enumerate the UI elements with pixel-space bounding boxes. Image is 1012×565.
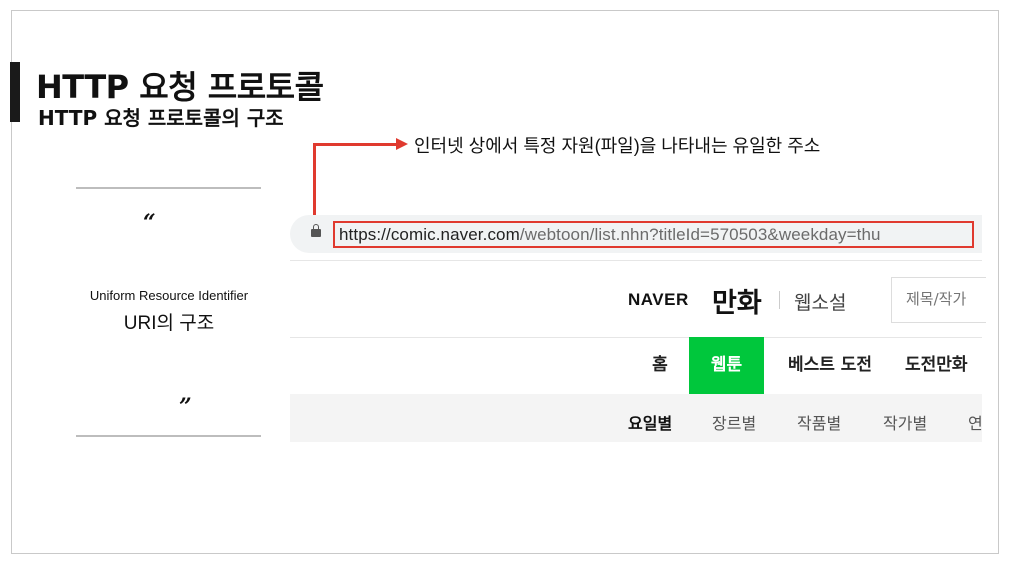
tab-best-challenge[interactable]: 베스트 도전 — [780, 337, 880, 394]
quote-bottom-rule — [76, 435, 261, 437]
service-title[interactable]: 만화 — [712, 281, 762, 320]
uri-full-name: Uniform Resource Identifier — [89, 288, 249, 303]
subnav-by-day[interactable]: 요일별 — [628, 410, 672, 434]
url-text: https://comic.naver.com/webtoon/list.nhn… — [339, 225, 881, 245]
url-path: /webtoon/list.nhn?titleId=570503&weekday… — [519, 225, 881, 244]
open-quote-mark: “ — [143, 210, 156, 236]
web-novel-link[interactable]: 웹소설 — [794, 288, 846, 315]
subnav-by-year[interactable]: 연 — [968, 410, 982, 434]
subnav-by-genre[interactable]: 장르별 — [712, 410, 756, 434]
tab-challenge-comics[interactable]: 도전만화 — [905, 337, 990, 394]
subnav-by-title[interactable]: 작품별 — [797, 410, 841, 434]
quote-top-rule — [76, 187, 261, 189]
naver-logo[interactable]: NAVER — [628, 290, 689, 310]
url-highlight-box[interactable]: https://comic.naver.com/webtoon/list.nhn… — [333, 221, 974, 248]
uri-structure-title: URI의 구조 — [123, 313, 215, 334]
slide-subtitle: HTTP 요청 프로토콜의 구조 — [38, 106, 284, 130]
tab-webtoon[interactable]: 웹툰 — [689, 337, 764, 394]
search-input[interactable] — [906, 290, 986, 308]
lock-icon[interactable] — [311, 224, 321, 237]
header-divider — [290, 260, 982, 261]
subnav-by-author[interactable]: 작가별 — [883, 410, 927, 434]
tab-home[interactable]: 홈 — [640, 337, 680, 394]
header-separator — [779, 291, 780, 309]
url-domain: https://comic.naver.com — [339, 225, 520, 244]
annotation-arrow-horizontal — [313, 143, 398, 146]
annotation-arrow-head-icon — [396, 138, 408, 150]
title-accent-bar — [10, 62, 20, 122]
close-quote-mark: ” — [179, 394, 192, 420]
annotation-text: 인터넷 상에서 특정 자원(파일)을 나타내는 유일한 주소 — [414, 136, 821, 156]
search-box[interactable] — [891, 277, 986, 323]
